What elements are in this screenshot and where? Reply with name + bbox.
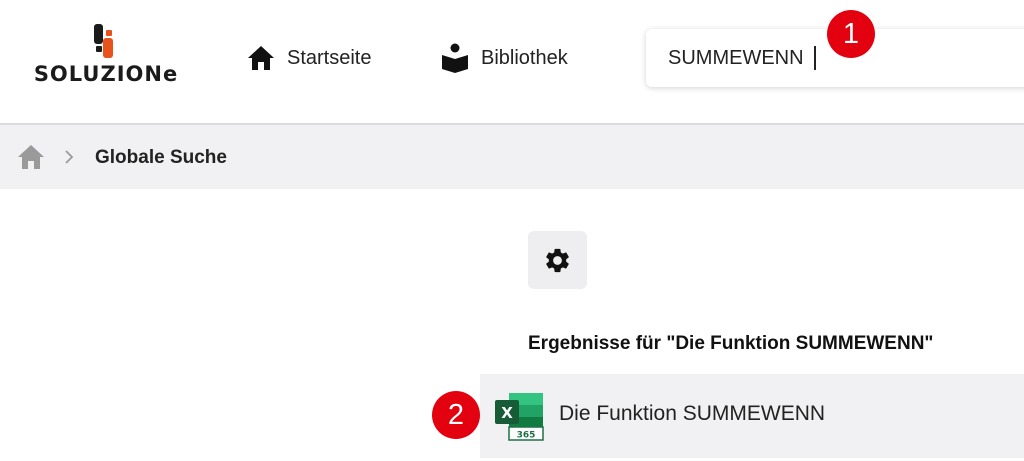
search-value-wrapper: SUMMEWENN: [668, 46, 816, 70]
excel-365-icon: X 365: [495, 393, 544, 441]
search-settings-button[interactable]: [528, 231, 587, 289]
gear-icon: [546, 248, 569, 273]
search-result-label: Die Funktion SUMMEWENN: [559, 402, 826, 425]
top-header: SOLUZIONe Startseite Bibliothek SUMMEWEN…: [0, 0, 1024, 125]
home-icon[interactable]: [16, 143, 46, 171]
breadcrumb-current: Globale Suche: [95, 147, 227, 168]
step-marker-2: 2: [432, 391, 480, 439]
soluzione-logo[interactable]: SOLUZIONe: [30, 22, 182, 90]
nav-startseite[interactable]: Startseite: [246, 40, 371, 76]
breadcrumb: Globale Suche: [0, 125, 1024, 189]
nav-bibliothek-label: Bibliothek: [481, 46, 568, 69]
search-input-value: SUMMEWENN: [668, 46, 804, 69]
library-reader-icon: [442, 43, 468, 73]
excel-365-badge-text: 365: [517, 431, 536, 441]
nav-bibliothek[interactable]: Bibliothek: [440, 40, 568, 76]
home-icon: [248, 46, 274, 70]
logo-mark-icon: [94, 24, 113, 58]
step-marker-1: 1: [827, 10, 875, 58]
text-caret: [813, 46, 816, 70]
results-heading: Ergebnisse für "Die Funktion SUMMEWENN": [528, 333, 934, 354]
nav-startseite-label: Startseite: [287, 46, 372, 69]
logo-wordmark: SOLUZIONe: [33, 62, 179, 86]
chevron-right-icon: [65, 150, 74, 164]
svg-text:X: X: [501, 404, 513, 422]
search-result-item[interactable]: X 365 Die Funktion SUMMEWENN: [480, 374, 1024, 458]
